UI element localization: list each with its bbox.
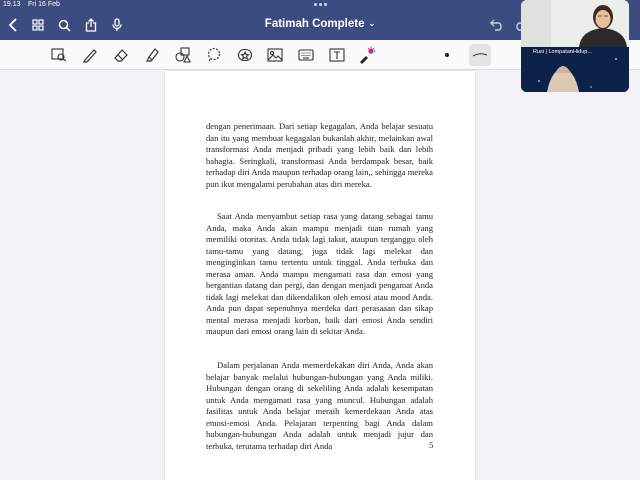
zoom-lasso-icon[interactable] <box>49 45 69 65</box>
chevron-down-icon: ⌄ <box>368 19 376 28</box>
back-chevron-icon[interactable] <box>4 16 22 34</box>
document-page[interactable]: dengan penerimaan. Dari setiap kegagalan… <box>165 71 475 480</box>
shapes-icon[interactable] <box>173 45 193 65</box>
paragraph-1: dengan penerimaan. Dari setiap kegagalan… <box>206 121 433 189</box>
camera-feed-top <box>521 0 629 47</box>
pen-size-dot-icon[interactable] <box>437 45 457 65</box>
status-date: Fri 16 Feb <box>28 1 60 8</box>
laser-pointer-icon[interactable] <box>357 45 377 65</box>
page-number: 5 <box>429 440 434 450</box>
multitasking-dots-icon[interactable] <box>314 3 327 6</box>
pen-icon[interactable] <box>80 45 100 65</box>
image-icon[interactable] <box>265 45 285 65</box>
search-icon[interactable] <box>55 16 73 34</box>
video-call-overlay[interactable]: Rusi | LompatanHidup... <box>521 0 629 92</box>
document-title: Fatimah Complete <box>264 18 365 30</box>
undo-icon[interactable] <box>488 16 506 34</box>
keyboard-icon[interactable] <box>296 45 316 65</box>
lasso-icon[interactable] <box>204 45 224 65</box>
document-title-button[interactable]: Fatimah Complete ⌄ <box>250 18 390 30</box>
grid-icon[interactable] <box>29 16 47 34</box>
sticker-icon[interactable] <box>235 45 255 65</box>
eraser-icon[interactable] <box>111 45 131 65</box>
highlighter-icon[interactable] <box>142 45 162 65</box>
pen-stroke-preset-icon[interactable] <box>469 44 491 66</box>
paragraph-3: Dalam perjalanan Anda memerdekakan diri … <box>206 360 433 451</box>
share-icon[interactable] <box>82 16 100 34</box>
participant-name: Rusi | LompatanHidup... <box>533 49 592 55</box>
microphone-icon[interactable] <box>108 16 126 34</box>
paragraph-2: Saat Anda menyambut setiap rasa yang dat… <box>206 211 433 336</box>
status-time: 19.13 <box>3 1 21 8</box>
text-box-icon[interactable] <box>327 45 347 65</box>
